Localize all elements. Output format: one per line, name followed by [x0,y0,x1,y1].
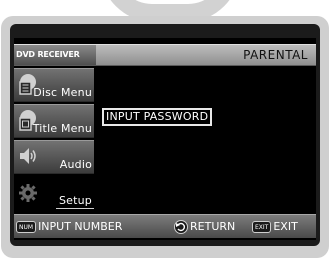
sidebar-item-label: Setup [58,194,92,207]
selected-indicator [56,208,94,209]
sidebar-item-label: Audio [59,158,92,171]
sidebar: Disc Menu Title Menu Audio Setup [14,68,94,212]
footer-bar: NUM INPUT NUMBER RETURN EXIT EXIT [14,214,316,238]
sidebar-item-setup[interactable]: Setup [14,176,94,210]
device-label: DVD RECEIVER [14,45,96,65]
input-number-hint: NUM INPUT NUMBER [16,215,122,239]
exit-key-icon: EXIT [252,221,272,233]
menu-title: PARENTAL [243,48,308,62]
number-key-icon: NUM [16,221,37,233]
sidebar-item-label: Title Menu [32,122,92,135]
return-label: RETURN [190,220,236,233]
osd-screen: DVD RECEIVER PARENTAL Disc Menu Title Me… [14,38,316,240]
speaker-icon [20,148,36,164]
sidebar-item-audio[interactable]: Audio [14,140,94,174]
sidebar-item-label: Disc Menu [33,86,92,99]
exit-label: EXIT [273,220,298,233]
content-area: INPUT PASSWORD [98,68,316,212]
gear-icon [19,184,37,202]
password-input[interactable]: INPUT PASSWORD [102,108,213,126]
input-number-label: INPUT NUMBER [38,220,123,233]
sidebar-item-title-menu[interactable]: Title Menu [14,104,94,138]
exit-button[interactable]: EXIT EXIT [252,215,298,239]
return-button[interactable]: RETURN [174,215,235,239]
sidebar-item-disc-menu[interactable]: Disc Menu [14,68,94,102]
return-icon [174,220,188,234]
title-bar: DVD RECEIVER PARENTAL [14,44,316,66]
